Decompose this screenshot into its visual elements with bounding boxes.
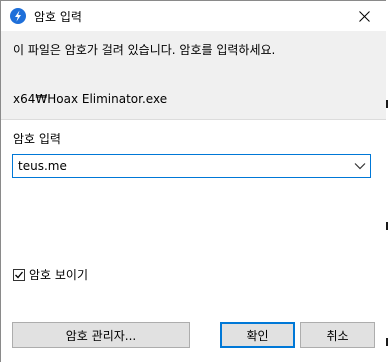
show-password-label: 암호 보이기: [29, 268, 89, 282]
prompt-message: 이 파일은 암호가 걸려 있습니다. 암호를 입력하세요.: [13, 43, 276, 57]
password-dialog: 암호 입력 이 파일은 암호가 걸려 있습니다. 암호를 입력하세요. x64₩…: [0, 0, 388, 362]
cancel-button[interactable]: 취소: [300, 322, 375, 348]
password-label: 암호 입력: [13, 132, 61, 146]
window-title: 암호 입력: [34, 10, 82, 24]
show-password-checkbox[interactable]: [13, 268, 25, 281]
close-button[interactable]: [341, 1, 387, 31]
password-manager-button[interactable]: 암호 관리자...: [12, 322, 190, 348]
close-icon: [358, 10, 370, 22]
ok-button[interactable]: 확인: [220, 322, 295, 348]
password-combobox[interactable]: teus.me: [12, 154, 371, 178]
app-bolt-icon: [10, 8, 26, 24]
password-input-value[interactable]: teus.me: [18, 159, 67, 173]
checkmark-icon: [15, 271, 24, 278]
title-bar[interactable]: 암호 입력: [1, 1, 387, 31]
file-path: x64₩Hoax Eliminator.exe: [13, 92, 168, 106]
chevron-down-icon[interactable]: [354, 162, 366, 170]
show-password-option[interactable]: 암호 보이기: [13, 266, 88, 283]
